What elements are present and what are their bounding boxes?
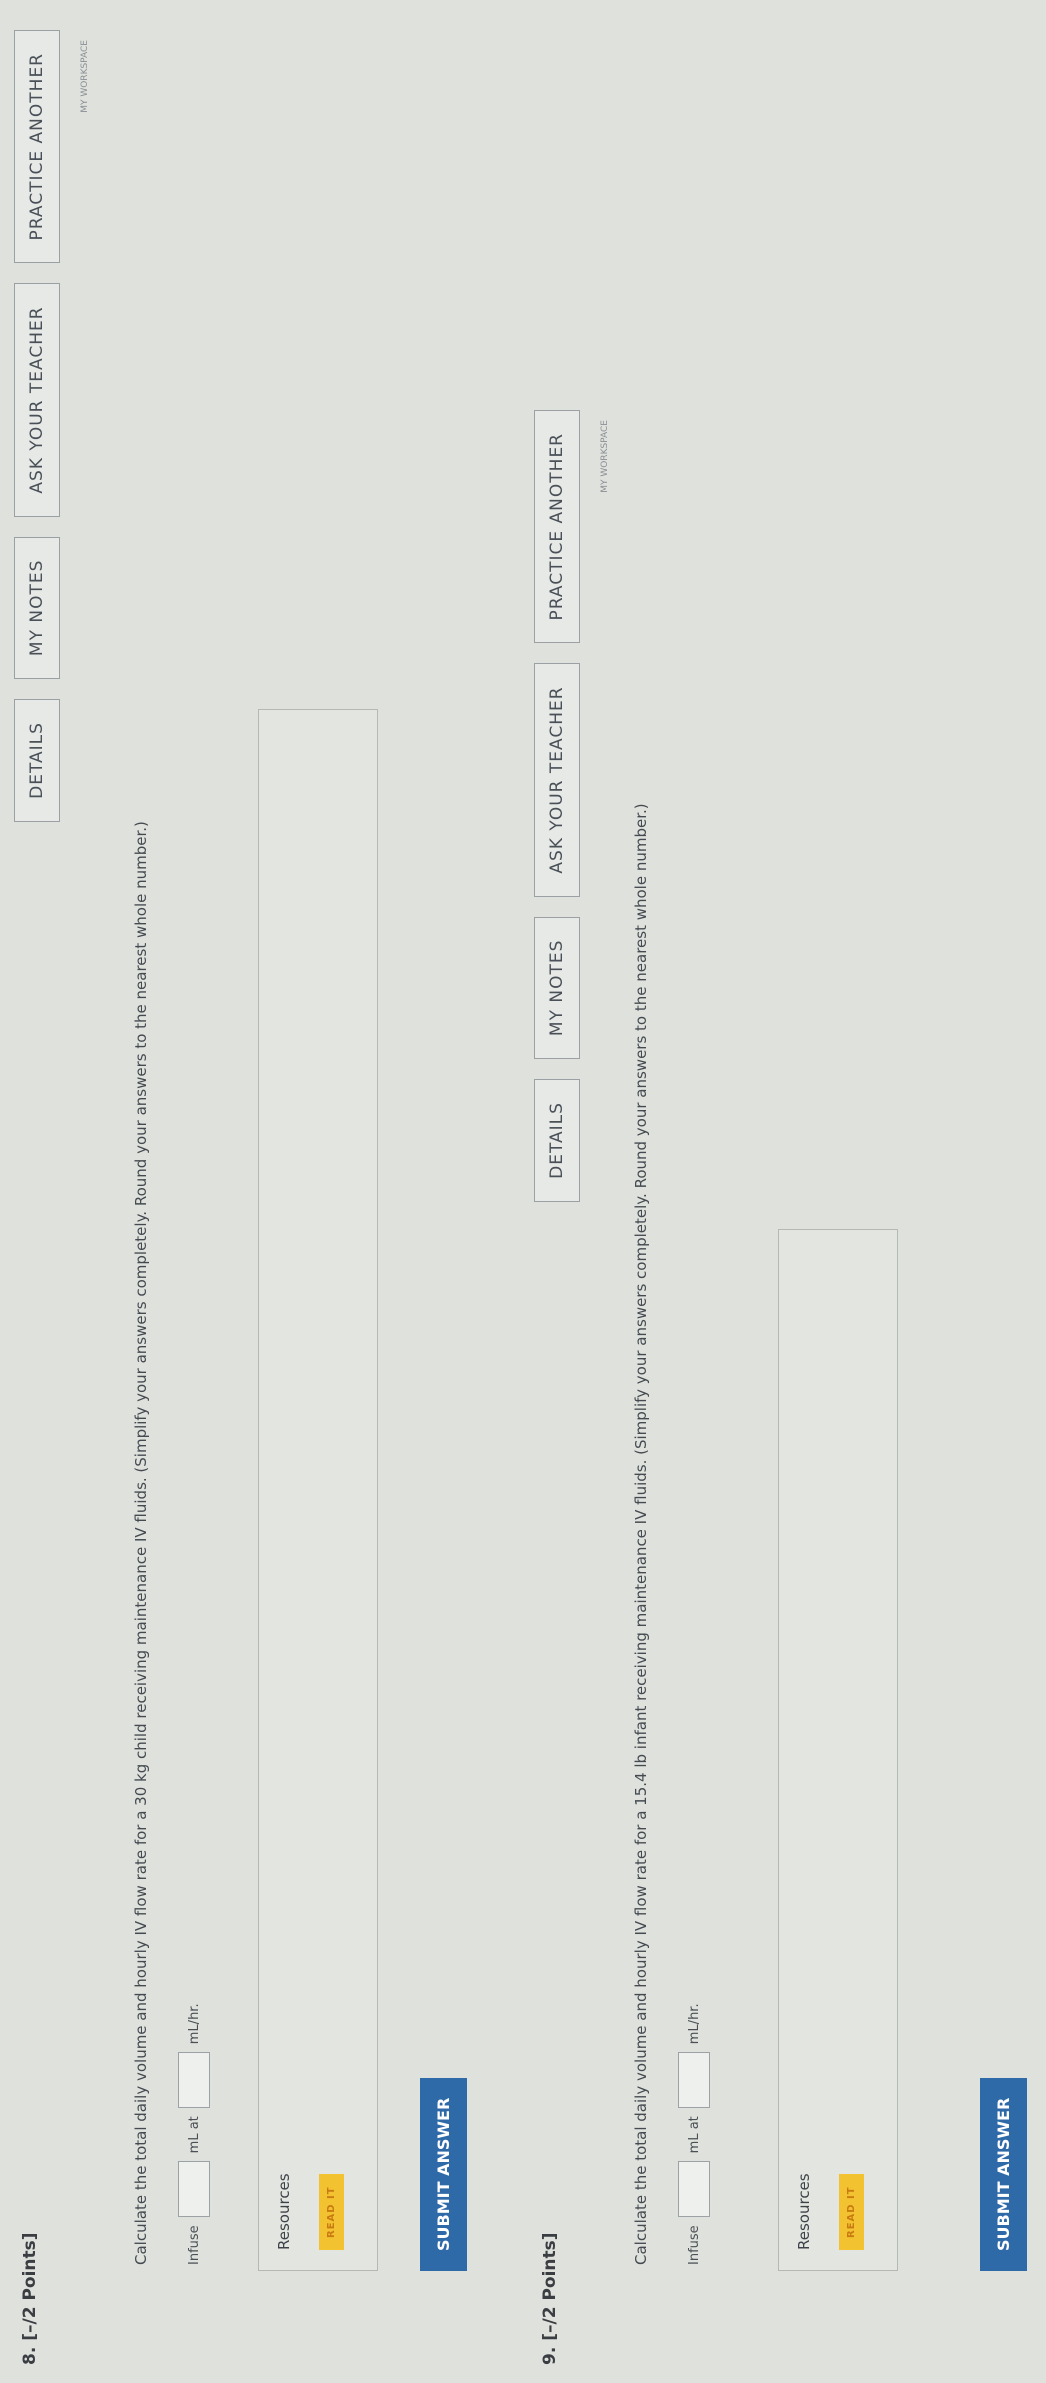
answer-label-infuse: Infuse: [186, 2225, 202, 2265]
ask-your-teacher-button[interactable]: ASK YOUR TEACHER: [14, 283, 60, 517]
resources-title: Resources: [795, 2173, 813, 2250]
answer-label-ml-at: mL at: [186, 2116, 202, 2154]
resources-panel: Resources READ IT: [778, 1229, 898, 2271]
question-prompt: Calculate the total daily volume and hou…: [632, 803, 650, 2265]
submit-answer-button[interactable]: SUBMIT ANSWER: [980, 2077, 1027, 2271]
practice-another-button[interactable]: PRACTICE ANOTHER: [534, 410, 580, 644]
answer-row: Infuse mL at mL/hr.: [178, 2003, 210, 2265]
my-notes-button[interactable]: MY NOTES: [534, 916, 580, 1060]
question-points: [–/2 Points]: [20, 2232, 40, 2341]
answer-row: Infuse mL at mL/hr.: [678, 2003, 710, 2265]
resources-panel: Resources READ IT: [258, 709, 378, 2271]
resources-title: Resources: [275, 2173, 293, 2250]
question-toolbar: DETAILS MY NOTES ASK YOUR TEACHER PRACTI…: [14, 30, 60, 822]
flow-rate-input[interactable]: [178, 2052, 210, 2109]
practice-another-button[interactable]: PRACTICE ANOTHER: [14, 30, 60, 264]
question-toolbar: DETAILS MY NOTES ASK YOUR TEACHER PRACTI…: [534, 410, 580, 1202]
details-button[interactable]: DETAILS: [534, 1079, 580, 1202]
daily-volume-input[interactable]: [178, 2161, 210, 2218]
question-8: 8. [–/2 Points] DETAILS MY NOTES ASK YOU…: [0, 0, 520, 2383]
read-it-button[interactable]: READ IT: [839, 2174, 864, 2250]
my-notes-button[interactable]: MY NOTES: [14, 536, 60, 680]
question-number: 8.: [20, 2346, 40, 2365]
flow-rate-input[interactable]: [678, 2052, 710, 2109]
submit-answer-button[interactable]: SUBMIT ANSWER: [420, 2077, 467, 2271]
answer-label-infuse: Infuse: [686, 2225, 702, 2265]
question-number: 9.: [540, 2346, 560, 2365]
workspace-link[interactable]: MY WORKSPACE: [80, 40, 90, 113]
question-prompt: Calculate the total daily volume and hou…: [132, 821, 150, 2265]
question-header: 9. [–/2 Points]: [540, 2232, 560, 2365]
workspace-link[interactable]: MY WORKSPACE: [600, 420, 610, 493]
ask-your-teacher-button[interactable]: ASK YOUR TEACHER: [534, 663, 580, 897]
details-button[interactable]: DETAILS: [14, 699, 60, 822]
daily-volume-input[interactable]: [678, 2161, 710, 2218]
question-header: 8. [–/2 Points]: [20, 2232, 40, 2365]
answer-label-ml-at: mL at: [686, 2116, 702, 2154]
question-9: 9. [–/2 Points] DETAILS MY NOTES ASK YOU…: [520, 0, 1046, 2383]
question-points: [–/2 Points]: [540, 2232, 560, 2341]
answer-label-ml-hr: mL/hr.: [686, 2003, 702, 2045]
read-it-button[interactable]: READ IT: [319, 2174, 344, 2250]
answer-label-ml-hr: mL/hr.: [186, 2003, 202, 2045]
